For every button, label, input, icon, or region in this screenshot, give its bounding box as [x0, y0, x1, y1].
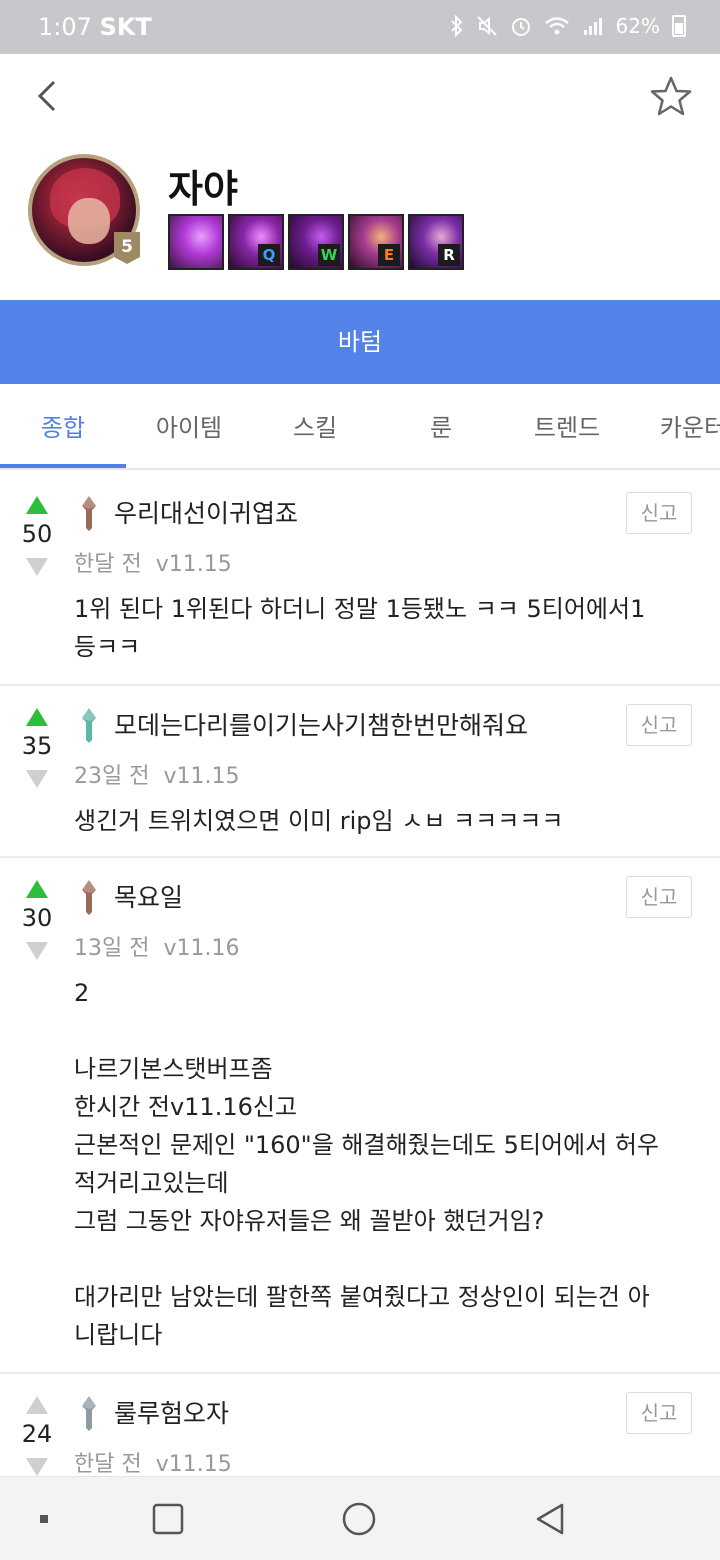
home-square-icon[interactable] [148, 1499, 188, 1539]
signal-icon [583, 18, 602, 35]
w-skill-icon[interactable]: W [288, 214, 344, 270]
comment-body: 1위 된다 1위된다 하더니 정말 1등됐노 ㅋㅋ 5티어에서1 등ㅋㅋ [74, 595, 646, 661]
report-button[interactable]: 신고 [626, 492, 692, 534]
comment-item: 50 우리대선이귀엽죠 한달 전 v11.15 신고 1위 된다 1위된다 하더니… [0, 474, 720, 686]
skill-key-label: E [378, 244, 400, 266]
recent-apps-dot-icon[interactable] [24, 1499, 64, 1539]
vote-control: 50 [0, 496, 74, 576]
status-time: 1:07 SKT [38, 13, 152, 41]
comment-version: v11.16 [163, 936, 240, 961]
comment-time: 13일 전 [74, 936, 150, 961]
role-selector[interactable]: 바텀 [0, 300, 720, 384]
comment-item: 30 목요일 13일 전 v11.16 신고 2 나르기본스탯버프좀 한시간 전v… [0, 858, 720, 1374]
comment-username[interactable]: 목요일 [114, 878, 183, 914]
tab-4[interactable]: 트렌드 [504, 384, 630, 468]
system-nav-bar [0, 1476, 720, 1560]
downvote-arrow-icon[interactable] [26, 770, 48, 788]
report-button[interactable]: 신고 [626, 1392, 692, 1434]
skill-key-label: W [318, 244, 340, 266]
downvote-arrow-icon[interactable] [26, 1458, 48, 1476]
comment-version: v11.15 [163, 764, 240, 789]
comment-item: 24 룰루험오자 한달 전 v11.15 신고 [0, 1374, 720, 1478]
champion-name: 자야 [168, 167, 238, 211]
comment-item: 35 모데는다리를이기는사기챔한번만해줘요 23일 전 v11.15 신고 생긴거… [0, 686, 720, 858]
status-bar: 1:07 SKT 62% [0, 0, 720, 54]
r-skill-icon[interactable]: R [408, 214, 464, 270]
tier-emblem-icon [82, 496, 96, 531]
comment-time: 한달 전 [74, 1452, 142, 1477]
comment-meta: 한달 전 v11.15 [74, 546, 232, 578]
comment-version: v11.15 [155, 552, 232, 577]
comment-username[interactable]: 우리대선이귀엽죠 [114, 494, 298, 530]
comment-meta: 한달 전 v11.15 [74, 1446, 232, 1478]
comment-version: v11.15 [155, 1452, 232, 1477]
alarm-icon [511, 18, 530, 36]
vote-count: 24 [21, 1420, 53, 1448]
vote-control: 24 [0, 1396, 74, 1476]
mute-icon [476, 16, 497, 36]
tier-emblem-icon [82, 1396, 96, 1431]
comment-time: 한달 전 [74, 552, 142, 577]
e-skill-icon[interactable]: E [348, 214, 404, 270]
battery-icon [672, 15, 686, 37]
back-triangle-icon[interactable] [530, 1499, 570, 1539]
upvote-arrow-icon[interactable] [26, 1396, 48, 1414]
comment-username[interactable]: 모데는다리를이기는사기챔한번만해줘요 [114, 706, 528, 742]
downvote-arrow-icon[interactable] [26, 942, 48, 960]
vote-count: 30 [21, 904, 53, 932]
comment-username[interactable]: 룰루험오자 [114, 1394, 229, 1430]
top-bar [0, 54, 720, 146]
comment-body: 2 나르기본스탯버프좀 한시간 전v11.16신고 근본적인 문제인 "160"… [74, 979, 659, 1349]
comment-meta: 13일 전 v11.16 [74, 930, 239, 962]
bluetooth-icon [450, 15, 462, 37]
home-circle-icon[interactable] [339, 1499, 379, 1539]
skill-key-label: Q [258, 244, 280, 266]
passive-skill-icon[interactable] [168, 214, 224, 270]
level-badge: 5 [114, 232, 140, 264]
status-icons: 62% [450, 14, 686, 38]
vote-control: 35 [0, 708, 74, 788]
comment-body: 생긴거 트위치였으면 이미 rip임 ㅅㅂ ㅋㅋㅋㅋㅋ [74, 807, 564, 835]
skill-icons: QWER [168, 214, 464, 270]
comment-meta: 23일 전 v11.15 [74, 758, 239, 790]
star-outline-icon[interactable] [648, 74, 694, 120]
tab-bar: 종합 아이템 스킬 룬 트렌드 카운터 [0, 384, 720, 470]
vote-count: 35 [21, 732, 53, 760]
skill-key-label: R [438, 244, 460, 266]
upvote-arrow-icon[interactable] [26, 880, 48, 898]
downvote-arrow-icon[interactable] [26, 558, 48, 576]
tab-5[interactable]: 카운터 [630, 384, 720, 468]
report-button[interactable]: 신고 [626, 876, 692, 918]
tier-emblem-icon [82, 880, 96, 915]
chevron-left-icon[interactable] [26, 74, 70, 118]
wifi-icon [544, 17, 569, 35]
vote-count: 50 [21, 520, 53, 548]
battery-percent: 62% [615, 14, 660, 38]
tier-emblem-icon [82, 708, 96, 743]
upvote-arrow-icon[interactable] [26, 496, 48, 514]
comment-time: 23일 전 [74, 764, 150, 789]
q-skill-icon[interactable]: Q [228, 214, 284, 270]
tab-1[interactable]: 아이템 [126, 384, 252, 468]
vote-control: 30 [0, 880, 74, 960]
tab-3[interactable]: 룬 [378, 384, 504, 468]
tab-2[interactable]: 스킬 [252, 384, 378, 468]
report-button[interactable]: 신고 [626, 704, 692, 746]
champion-header: 5 자야 Q W E R [0, 146, 720, 300]
upvote-arrow-icon[interactable] [26, 708, 48, 726]
tab-0[interactable]: 종합 [0, 384, 126, 468]
